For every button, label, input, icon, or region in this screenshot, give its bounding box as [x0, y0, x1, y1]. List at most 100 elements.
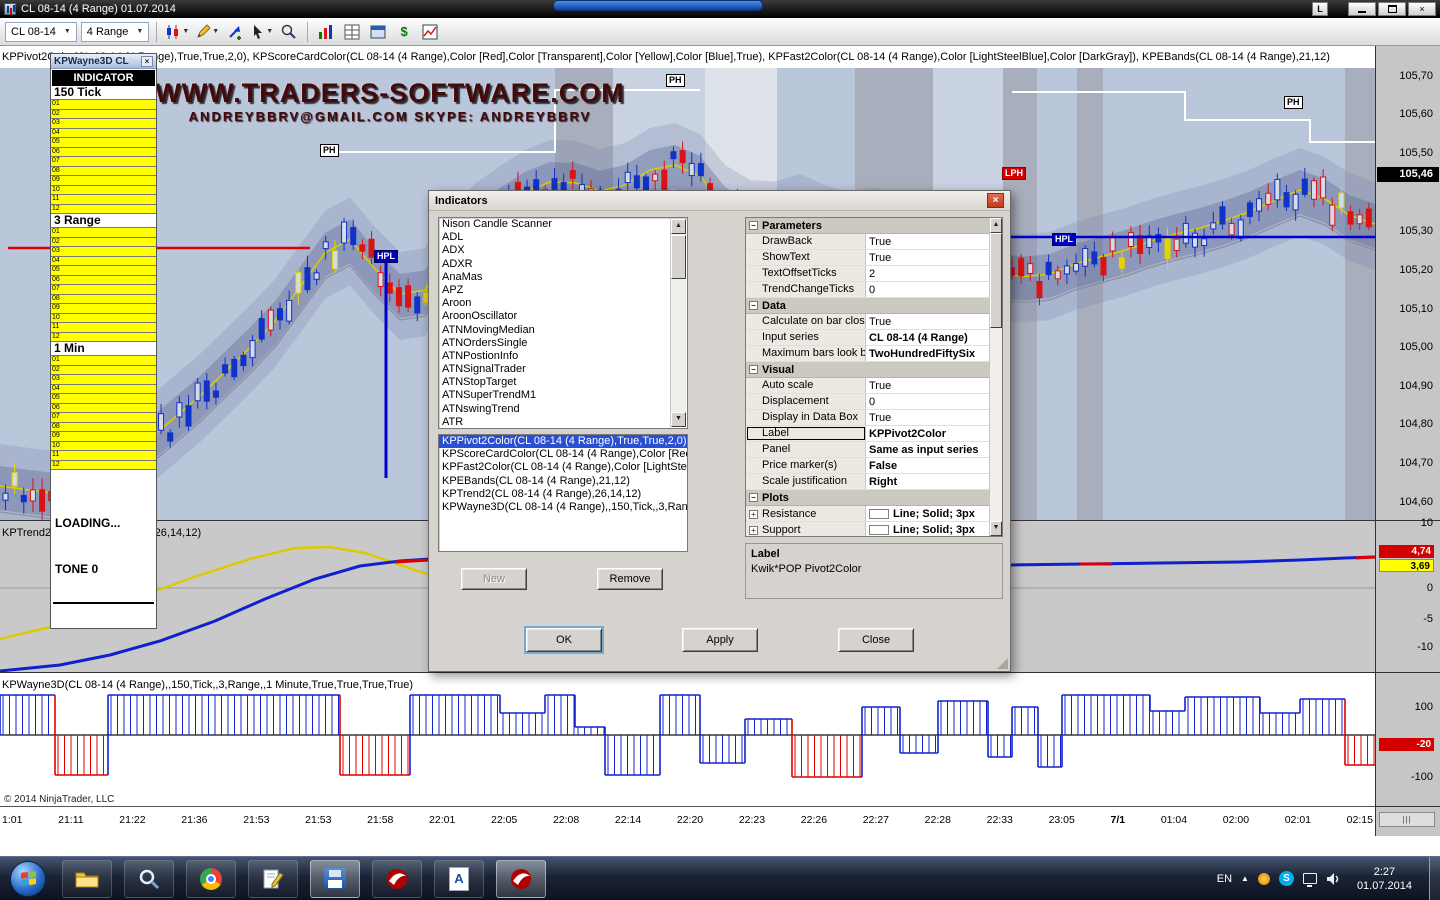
plot-color-swatch[interactable]	[869, 525, 889, 535]
plot-color-swatch[interactable]	[869, 509, 889, 519]
grid-row-calculate[interactable]: Calculate on bar closeTrue	[746, 314, 989, 330]
grid-row-maxbars[interactable]: Maximum bars look backTwoHundredFiftySix	[746, 346, 989, 362]
language-indicator[interactable]: EN	[1217, 873, 1232, 885]
scroll-down-icon[interactable]: ▼	[671, 412, 686, 427]
cursor-button[interactable]: ▼	[250, 21, 274, 43]
grid-row-showtext[interactable]: ShowTextTrue	[746, 250, 989, 266]
collapse-icon[interactable]: −	[749, 493, 758, 502]
taskbar-clock[interactable]: 2:27 01.07.2014	[1349, 865, 1420, 893]
chart-style-button[interactable]: ▼	[164, 21, 190, 43]
start-button[interactable]	[10, 861, 46, 897]
indicator-list-item[interactable]: Nison Candle Scanner	[439, 218, 687, 231]
hidden-icons-chevron[interactable]: ▲	[1241, 874, 1249, 883]
selected-indicator-item[interactable]: KPWayne3D(CL 08-14 (4 Range),,150,Tick,,…	[439, 501, 687, 514]
ninjatrader-taskbar-button[interactable]	[372, 860, 422, 898]
scroll-down-icon[interactable]: ▼	[990, 521, 1002, 536]
grid-button[interactable]	[341, 21, 363, 43]
save-app-taskbar-button[interactable]	[310, 860, 360, 898]
available-indicators-list[interactable]: ▲ ▼ Nison Candle ScannerADLADXADXRAnaMas…	[438, 217, 688, 429]
time-axis[interactable]: 1:0121:1121:2221:3621:5321:5321:5822:012…	[0, 806, 1375, 836]
indicator-list-item[interactable]: AnaMas	[439, 271, 687, 284]
chrome-taskbar-button[interactable]	[186, 860, 236, 898]
grid-row-textoffsetticks[interactable]: TextOffsetTicks2	[746, 266, 989, 282]
window-button[interactable]	[367, 21, 389, 43]
action-center-icon[interactable]	[1258, 873, 1270, 885]
indicator-list-item[interactable]: ATNSuperTrendM1	[439, 389, 687, 402]
indicator-list-item[interactable]: ATNStopTarget	[439, 376, 687, 389]
property-grid[interactable]: −Parameters DrawBackTrue ShowTextTrue Te…	[745, 217, 1003, 537]
dialog-titlebar[interactable]: Indicators ×	[429, 191, 1010, 211]
scrollbar-thumb[interactable]	[671, 235, 686, 279]
grid-row-inputseries[interactable]: Input seriesCL 08-14 (4 Range)	[746, 330, 989, 346]
indicator-list-item[interactable]: ADX	[439, 244, 687, 257]
notes-taskbar-button[interactable]	[248, 860, 298, 898]
close-icon[interactable]: ×	[141, 56, 153, 67]
scroll-up-icon[interactable]: ▲	[990, 218, 1002, 233]
expand-icon[interactable]: +	[749, 510, 758, 519]
indicator-list-item[interactable]: ATR	[439, 416, 687, 429]
grid-row-panel[interactable]: PanelSame as input series	[746, 442, 989, 458]
grid-category-parameters[interactable]: −Parameters	[746, 218, 989, 234]
collapse-icon[interactable]: −	[749, 365, 758, 374]
apply-button[interactable]: Apply	[682, 628, 758, 652]
scrollbar-thumb[interactable]	[990, 233, 1002, 328]
marker-tool-button[interactable]	[224, 21, 246, 43]
explorer-taskbar-button[interactable]	[62, 860, 112, 898]
expand-icon[interactable]: +	[749, 526, 758, 535]
show-desktop-button[interactable]	[1429, 857, 1440, 900]
ninjatrader2-taskbar-button[interactable]	[496, 860, 546, 898]
lock-button[interactable]: L	[1312, 2, 1328, 16]
collapse-icon[interactable]: −	[749, 221, 758, 230]
scroll-up-icon[interactable]: ▲	[671, 219, 686, 234]
instrument-combo[interactable]: CL 08-14▼	[5, 22, 77, 42]
skype-icon[interactable]: S	[1279, 871, 1294, 886]
new-button[interactable]: New	[461, 568, 527, 590]
volume-icon[interactable]	[1326, 872, 1340, 886]
resize-grip[interactable]	[997, 658, 1008, 669]
data-series-button[interactable]	[315, 21, 337, 43]
indicator-list-item[interactable]: ATNswingTrend	[439, 403, 687, 416]
grid-row-databox[interactable]: Display in Data BoxTrue	[746, 410, 989, 426]
selected-indicator-item[interactable]: KPEBands(CL 08-14 (4 Range),21,12)	[439, 475, 687, 488]
zoom-button[interactable]	[278, 21, 300, 43]
grid-category-data[interactable]: −Data	[746, 298, 989, 314]
selected-indicator-item[interactable]: KPPivot2Color(CL 08-14 (4 Range),True,Tr…	[439, 435, 687, 448]
network-icon[interactable]	[1303, 873, 1317, 884]
indicator-list-item[interactable]: Aroon	[439, 297, 687, 310]
kpwayne3d-status-window[interactable]: KPWayne3D CL × INDICATOR 150 Tick 010203…	[50, 53, 157, 629]
remove-button[interactable]: Remove	[597, 568, 663, 590]
selected-indicator-item[interactable]: KPFast2Color(CL 08-14 (4 Range),Color [L…	[439, 461, 687, 474]
grid-row-pricemarker[interactable]: Price marker(s)False	[746, 458, 989, 474]
grid-row-displacement[interactable]: Displacement0	[746, 394, 989, 410]
grid-row-support[interactable]: +SupportLine; Solid; 3px	[746, 522, 989, 537]
grid-scrollbar[interactable]: ▲ ▼	[989, 218, 1002, 536]
dialog-close-button[interactable]: ×	[987, 193, 1004, 208]
grid-row-drawback[interactable]: DrawBackTrue	[746, 234, 989, 250]
drawing-tools-button[interactable]: ▼	[194, 21, 220, 43]
account-dollar-button[interactable]: $	[393, 21, 415, 43]
grid-row-label[interactable]: LabelKPPivot2Color	[746, 426, 989, 442]
list-scrollbar[interactable]: ▲ ▼	[670, 219, 686, 427]
grid-row-trendchangeticks[interactable]: TrendChangeTicks0	[746, 282, 989, 298]
chart-window-button[interactable]	[419, 21, 441, 43]
status-window-titlebar[interactable]: KPWayne3D CL ×	[51, 54, 156, 69]
grid-category-visual[interactable]: −Visual	[746, 362, 989, 378]
ok-button[interactable]: OK	[526, 628, 602, 652]
document-app-taskbar-button[interactable]: A	[434, 860, 484, 898]
indicator-list-item[interactable]: ATNOrdersSingle	[439, 337, 687, 350]
restore-button[interactable]	[1378, 2, 1406, 16]
indicator-list-item[interactable]: ADL	[439, 231, 687, 244]
indicator-list-item[interactable]: AroonOscillator	[439, 310, 687, 323]
indicator-list-item[interactable]: ADXR	[439, 258, 687, 271]
grid-row-resistance[interactable]: +ResistanceLine; Solid; 3px	[746, 506, 989, 522]
indicator-list-item[interactable]: APZ	[439, 284, 687, 297]
price-axis[interactable]: 105,70 105,60 105,50 105,30 105,20 105,1…	[1375, 46, 1440, 836]
indicator-list-item[interactable]: ATNSignalTrader	[439, 363, 687, 376]
horizontal-scrollbar[interactable]: |||	[1379, 812, 1435, 827]
selected-indicator-item[interactable]: KPScoreCardColor(CL 08-14 (4 Range),Colo…	[439, 448, 687, 461]
collapse-icon[interactable]: −	[749, 301, 758, 310]
grid-row-scalejustification[interactable]: Scale justificationRight	[746, 474, 989, 490]
indicator-list-item[interactable]: ATNPostionInfo	[439, 350, 687, 363]
selected-indicator-item[interactable]: KPTrend2(CL 08-14 (4 Range),26,14,12)	[439, 488, 687, 501]
indicator-list-item[interactable]: ATNMovingMedian	[439, 324, 687, 337]
